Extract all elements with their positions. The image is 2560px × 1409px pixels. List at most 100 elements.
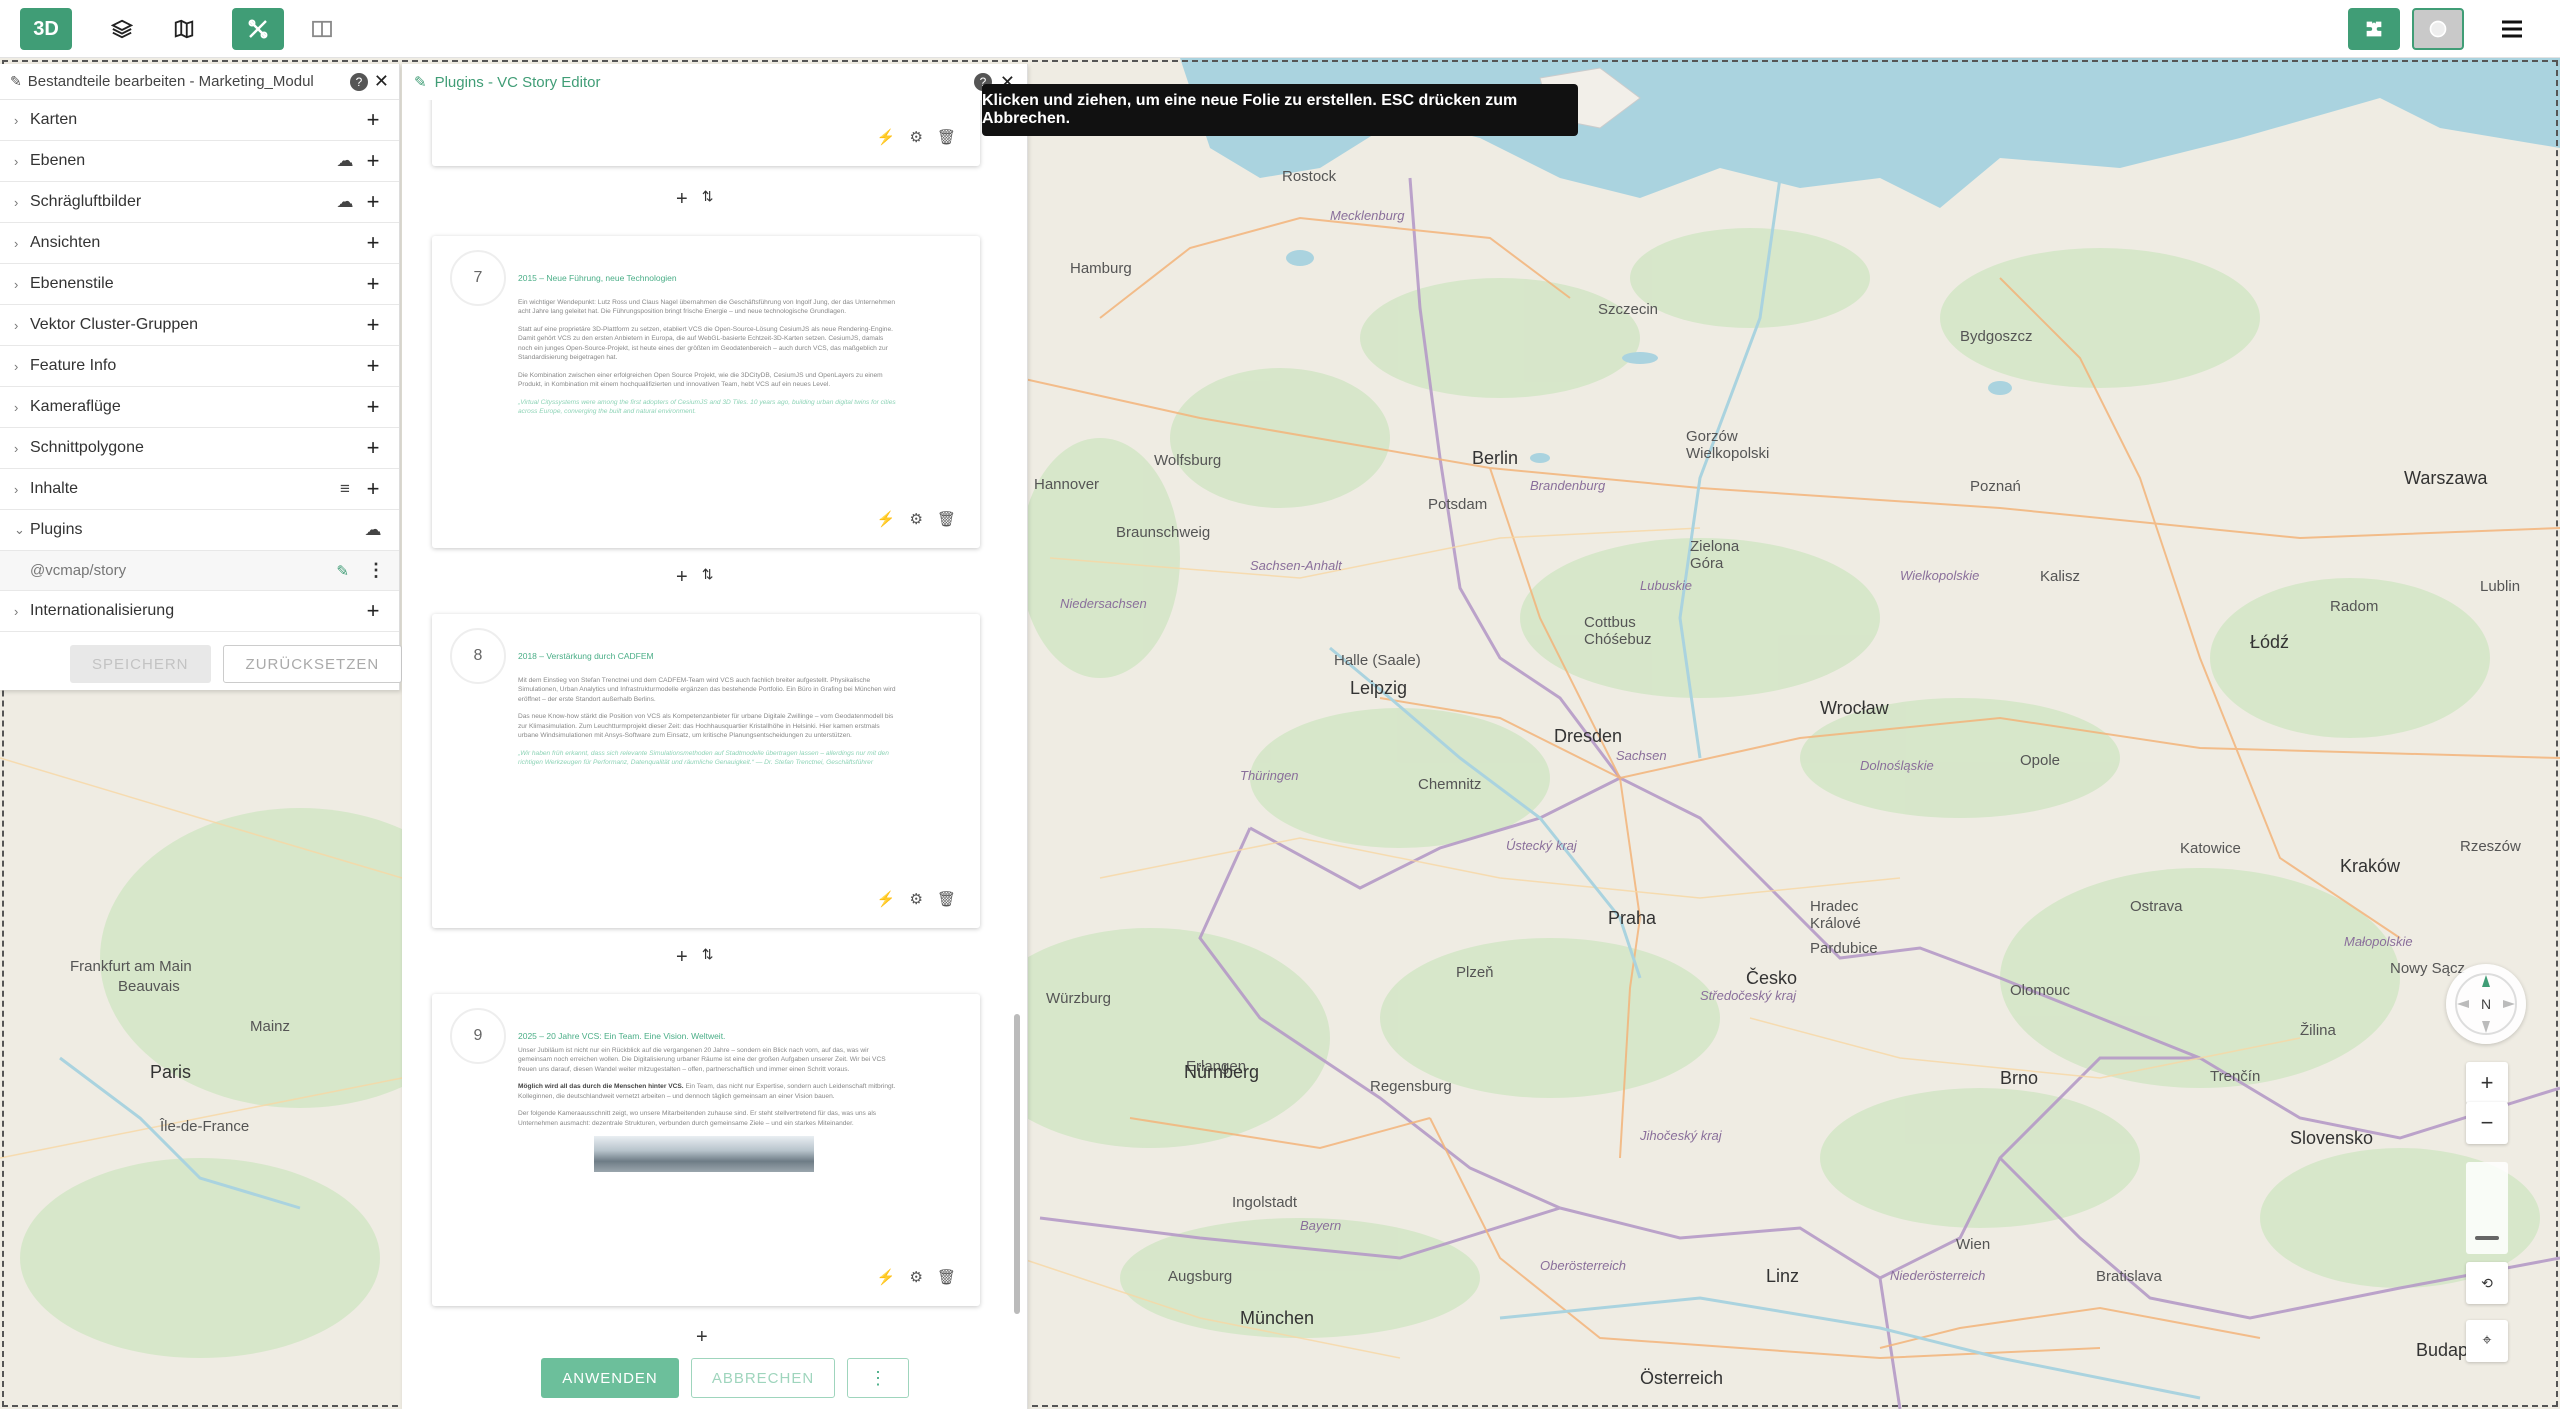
slide-card[interactable]: 9 2025 – 20 Jahre VCS: Ein Team. Eine Vi…: [432, 994, 980, 1306]
layers-icon[interactable]: [96, 8, 148, 50]
scrollbar-thumb[interactable]: [1014, 1014, 1020, 1314]
category-plugins[interactable]: ⌄ Plugins ☁: [0, 510, 399, 551]
add-slide-icon[interactable]: +: [676, 566, 688, 589]
trash-icon[interactable]: 🗑: [937, 128, 956, 146]
add-slide-icon[interactable]: +: [696, 1326, 708, 1349]
trash-icon[interactable]: 🗑: [937, 510, 956, 528]
flash-icon[interactable]: ⚡: [877, 890, 896, 908]
plugin-icon[interactable]: [2348, 8, 2400, 50]
components-panel-header: ✎ Bestandteile bearbeiten - Marketing_Mo…: [0, 64, 399, 100]
city-label: Île-de-France: [160, 1118, 250, 1135]
upload-icon[interactable]: ☁: [333, 151, 357, 171]
trash-icon[interactable]: 🗑: [937, 1268, 956, 1286]
more-vertical-icon[interactable]: ⋮: [367, 560, 385, 581]
add-icon[interactable]: +: [361, 435, 385, 461]
add-icon[interactable]: +: [361, 271, 385, 297]
city-label: Zielona Góra: [1690, 538, 1740, 572]
region-label: Brandenburg: [1530, 478, 1606, 493]
chevron-right-icon: ›: [14, 112, 19, 128]
slide-card[interactable]: 8 2018 – Verstärkung durch CADFEM Mit de…: [432, 614, 980, 928]
slide-card[interactable]: 7 2015 – Neue Führung, neue Technologien…: [432, 236, 980, 548]
city-label: Augsburg: [1168, 1268, 1233, 1285]
flash-icon[interactable]: ⚡: [877, 510, 896, 528]
add-slide-icon[interactable]: +: [676, 188, 688, 211]
trash-icon[interactable]: 🗑: [937, 890, 956, 908]
slide-number: 8: [450, 628, 506, 684]
compass-navigation[interactable]: N: [2446, 964, 2526, 1044]
map-icon[interactable]: [158, 8, 210, 50]
city-label: Hamburg: [1070, 260, 1132, 277]
category-ansichten[interactable]: › Ansichten +: [0, 223, 399, 264]
edit-tools-icon: ✎: [10, 73, 22, 89]
hamburger-menu-icon[interactable]: [2486, 8, 2538, 50]
tools-icon[interactable]: [232, 8, 284, 50]
category-vektor-cluster-gruppen[interactable]: › Vektor Cluster-Gruppen +: [0, 305, 399, 346]
category-karten[interactable]: › Karten +: [0, 100, 399, 141]
upload-icon[interactable]: ☁: [333, 192, 357, 212]
add-icon[interactable]: +: [361, 394, 385, 420]
zoom-slider-knob[interactable]: [2475, 1236, 2499, 1240]
add-icon[interactable]: +: [361, 598, 385, 624]
add-icon[interactable]: +: [361, 189, 385, 215]
add-icon[interactable]: +: [361, 230, 385, 256]
slide-insert-controls: + ⇅: [676, 946, 713, 969]
apply-button[interactable]: ANWENDEN: [541, 1358, 679, 1398]
help-icon[interactable]: ?: [349, 72, 368, 91]
chevron-right-icon: ›: [14, 153, 19, 169]
add-icon[interactable]: +: [361, 312, 385, 338]
gear-icon[interactable]: ⚙: [910, 128, 923, 146]
city-label: Regensburg: [1370, 1078, 1452, 1095]
add-icon[interactable]: +: [361, 148, 385, 174]
category-label: Karten: [30, 111, 78, 128]
mode-3d-button[interactable]: 3D: [20, 8, 72, 50]
slides-list[interactable]: ⚡ ⚙ 🗑 + ⇅ 7 2015 – Neue Führung, neue Tec…: [402, 100, 1028, 1338]
gear-icon[interactable]: ⚙: [910, 890, 923, 908]
category-schraegluftbilder[interactable]: › Schrägluftbilder ☁ +: [0, 182, 399, 223]
category-inhalte[interactable]: › Inhalte ≡ +: [0, 469, 399, 510]
close-icon[interactable]: ✕: [374, 71, 389, 92]
more-options-button[interactable]: ⋮: [847, 1358, 909, 1398]
category-internationalisierung[interactable]: › Internationalisierung +: [0, 591, 399, 632]
category-ebenenstile[interactable]: › Ebenenstile +: [0, 264, 399, 305]
zoom-slider[interactable]: [2466, 1162, 2508, 1254]
chevron-right-icon: ›: [14, 603, 19, 619]
gear-icon[interactable]: ⚙: [910, 510, 923, 528]
flash-icon[interactable]: ⚡: [877, 128, 896, 146]
region-label: Ústecký kraj: [1506, 838, 1577, 853]
split-view-icon[interactable]: [296, 8, 348, 50]
save-button[interactable]: SPEICHERN: [70, 645, 211, 683]
add-slide-icon[interactable]: +: [676, 946, 688, 969]
scrollbar[interactable]: [1012, 100, 1022, 1338]
edit-pencil-icon[interactable]: ✎: [336, 562, 349, 580]
add-icon[interactable]: +: [361, 353, 385, 379]
category-schnittpolygone[interactable]: › Schnittpolygone +: [0, 428, 399, 469]
city-label: Radom: [2330, 598, 2379, 615]
swap-icon[interactable]: ⇅: [702, 188, 714, 211]
flash-icon[interactable]: ⚡: [877, 1268, 896, 1286]
globe-icon[interactable]: [2412, 8, 2464, 50]
chevron-right-icon: ›: [14, 481, 19, 497]
category-ebenen[interactable]: › Ebenen ☁ +: [0, 141, 399, 182]
slide-content: 2025 – 20 Jahre VCS: Ein Team. Eine Visi…: [518, 1031, 898, 1172]
zoom-in-button[interactable]: +: [2466, 1062, 2508, 1104]
city-label: Praha: [1608, 908, 1657, 928]
gear-icon[interactable]: ⚙: [910, 1268, 923, 1286]
cancel-button[interactable]: ABBRECHEN: [691, 1358, 835, 1398]
swap-icon[interactable]: ⇅: [702, 566, 714, 589]
view-360-icon[interactable]: ⟲: [2466, 1262, 2508, 1304]
category-kamerafluege[interactable]: › Kameraflüge +: [0, 387, 399, 428]
plugin-item-story[interactable]: @vcmap/story ✎ ⋮: [0, 551, 399, 591]
add-icon[interactable]: +: [361, 107, 385, 133]
list-edit-icon[interactable]: ≡: [333, 479, 357, 499]
upload-icon[interactable]: ☁: [361, 520, 385, 540]
story-editor-panel: ✎ Plugins - VC Story Editor ? ✕ ⚡ ⚙ 🗑 + ⇅…: [402, 64, 1028, 1409]
reset-button[interactable]: ZURÜCKSETZEN: [222, 645, 403, 683]
city-label: Rostock: [1282, 168, 1337, 185]
swap-icon[interactable]: ⇅: [702, 946, 714, 969]
region-label: Niederösterreich: [1890, 1268, 1986, 1283]
slide-card[interactable]: ⚡ ⚙ 🗑: [432, 100, 980, 166]
zoom-out-button[interactable]: −: [2466, 1102, 2508, 1144]
category-feature-info[interactable]: › Feature Info +: [0, 346, 399, 387]
add-icon[interactable]: +: [361, 476, 385, 502]
location-pin-icon[interactable]: ⌖: [2466, 1320, 2508, 1362]
